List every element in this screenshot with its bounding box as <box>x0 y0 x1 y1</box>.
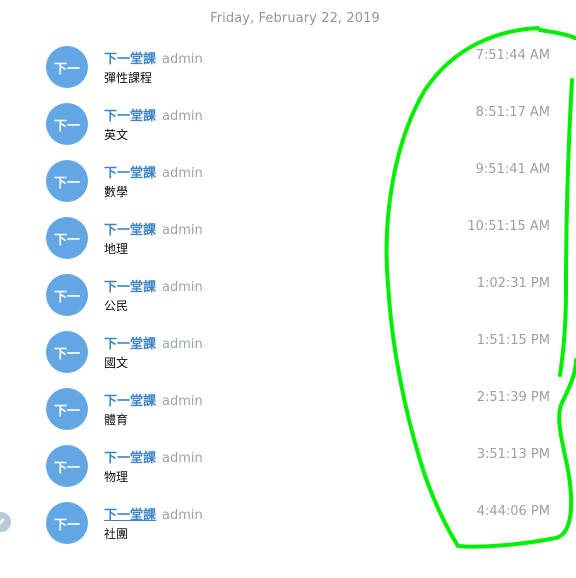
message-header: 下一堂課 admin <box>104 48 203 67</box>
message-header: 下一堂課 admin <box>104 219 203 238</box>
avatar[interactable]: 下一 <box>46 445 88 487</box>
via-label: admin <box>162 508 203 523</box>
message-row[interactable]: 下一 下一堂課 admin 彈性課程 7:51:44 AM <box>0 46 576 103</box>
avatar[interactable]: 下一 <box>46 103 88 145</box>
message-time: 2:51:39 PM <box>476 390 550 405</box>
avatar[interactable]: 下一 <box>46 331 88 373</box>
message-text: 國文 <box>104 356 129 370</box>
avatar[interactable]: 下一 <box>46 217 88 259</box>
message-time: 8:51:17 AM <box>475 105 550 120</box>
message-text: 體育 <box>104 413 129 427</box>
message-time: 9:51:41 AM <box>475 162 550 177</box>
message-header: 下一堂課 admin <box>104 447 203 466</box>
avatar[interactable]: 下一 <box>46 160 88 202</box>
via-label: admin <box>162 166 203 181</box>
message-time: 10:51:15 AM <box>467 219 550 234</box>
sender-name[interactable]: 下一堂課 <box>104 280 156 295</box>
via-label: admin <box>162 223 203 238</box>
via-label: admin <box>162 52 203 67</box>
sender-name[interactable]: 下一堂課 <box>104 451 156 466</box>
message-text: 公民 <box>104 299 129 313</box>
message-row[interactable]: 下一 下一堂課 admin 英文 8:51:17 AM <box>0 103 576 160</box>
via-label: admin <box>162 394 203 409</box>
message-time: 1:02:31 PM <box>476 276 550 291</box>
message-header: 下一堂課 admin <box>104 504 203 523</box>
message-row[interactable]: 下一 下一堂課 admin 物理 3:51:13 PM <box>0 445 576 502</box>
message-row[interactable]: 下一 下一堂課 admin 國文 1:51:15 PM <box>0 331 576 388</box>
avatar[interactable]: 下一 <box>46 502 88 544</box>
sender-name[interactable]: 下一堂課 <box>104 394 156 409</box>
via-label: admin <box>162 280 203 295</box>
message-list: 下一 下一堂課 admin 彈性課程 7:51:44 AM 下一 下一堂課 admi… <box>0 46 576 559</box>
date-separator: Friday, February 22, 2019 <box>210 11 380 26</box>
chat-history-view: Friday, February 22, 2019 下一 下一堂課 admin 彈… <box>0 0 576 578</box>
message-row[interactable]: 下一 下一堂課 admin 體育 2:51:39 PM <box>0 388 576 445</box>
message-text: 數學 <box>104 185 129 199</box>
sender-name[interactable]: 下一堂課 <box>104 337 156 352</box>
avatar[interactable]: 下一 <box>46 46 88 88</box>
message-row[interactable]: 下一 下一堂課 admin 社團 4:44:06 PM <box>0 502 576 559</box>
avatar[interactable]: 下一 <box>46 274 88 316</box>
message-text: 英文 <box>104 128 129 142</box>
message-row[interactable]: 下一 下一堂課 admin 數學 9:51:41 AM <box>0 160 576 217</box>
avatar[interactable]: 下一 <box>46 388 88 430</box>
sender-name[interactable]: 下一堂課 <box>104 166 156 181</box>
message-time: 4:44:06 PM <box>476 504 550 519</box>
message-header: 下一堂課 admin <box>104 105 203 124</box>
sender-name[interactable]: 下一堂課 <box>104 109 156 124</box>
sender-name[interactable]: 下一堂課 <box>104 223 156 238</box>
message-header: 下一堂課 admin <box>104 276 203 295</box>
message-text: 彈性課程 <box>104 71 153 85</box>
via-label: admin <box>162 109 203 124</box>
via-label: admin <box>162 337 203 352</box>
message-header: 下一堂課 admin <box>104 333 203 352</box>
message-time: 7:51:44 AM <box>475 48 550 63</box>
sender-name[interactable]: 下一堂課 <box>104 52 156 67</box>
message-row[interactable]: 下一 下一堂課 admin 公民 1:02:31 PM <box>0 274 576 331</box>
message-header: 下一堂課 admin <box>104 390 203 409</box>
sender-name[interactable]: 下一堂課 <box>104 508 156 523</box>
message-header: 下一堂課 admin <box>104 162 203 181</box>
message-time: 3:51:13 PM <box>476 447 550 462</box>
message-text: 地理 <box>104 242 129 256</box>
message-text: 物理 <box>104 470 129 484</box>
message-row[interactable]: 下一 下一堂課 admin 地理 10:51:15 AM <box>0 217 576 274</box>
message-text: 社團 <box>104 527 129 541</box>
via-label: admin <box>162 451 203 466</box>
message-time: 1:51:15 PM <box>476 333 550 348</box>
